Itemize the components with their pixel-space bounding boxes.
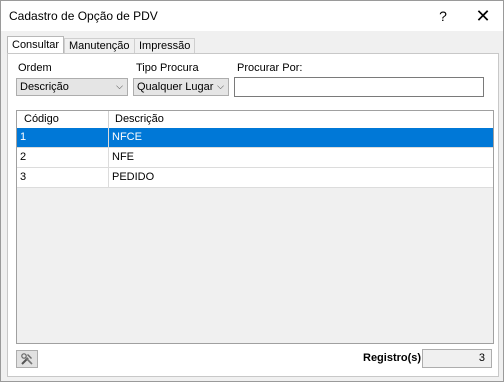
title-bar: Cadastro de Opção de PDV ? ✕: [1, 1, 503, 31]
ordem-select-value: Descrição: [20, 81, 69, 93]
dialog-window: Cadastro de Opção de PDV ? ✕ Consultar M…: [0, 0, 504, 382]
chevron-down-icon: ⌵: [217, 81, 224, 91]
tools-button[interactable]: [16, 350, 38, 368]
results-grid: Código Descrição 1 NFCE 2 NFE 3 PEDIDO: [16, 110, 494, 344]
registros-label: Registro(s): [363, 352, 422, 364]
tipo-procura-select-value: Qualquer Lugar: [137, 81, 214, 93]
cell-descricao: NFCE: [112, 131, 142, 143]
tipo-procura-label: Tipo Procura: [136, 62, 199, 74]
procurar-por-input[interactable]: [234, 77, 484, 97]
tab-manutencao[interactable]: Manutenção: [64, 38, 135, 54]
help-icon: ?: [439, 8, 447, 24]
consultar-panel: Ordem Descrição ⌵ Tipo Procura Qualquer …: [7, 53, 499, 377]
cell-codigo: 1: [17, 128, 109, 147]
grid-header: Código Descrição: [17, 111, 493, 129]
ordem-select[interactable]: Descrição ⌵: [16, 78, 128, 96]
help-button[interactable]: ?: [423, 1, 463, 31]
registros-count: 3: [422, 349, 492, 368]
procurar-por-label: Procurar Por:: [237, 62, 303, 74]
table-row[interactable]: 1 NFCE: [17, 128, 493, 148]
cell-codigo: 3: [17, 168, 109, 187]
tab-impressao[interactable]: Impressão: [134, 38, 196, 54]
cell-codigo: 2: [17, 148, 109, 167]
cell-descricao: NFE: [112, 151, 134, 163]
window-title: Cadastro de Opção de PDV: [9, 9, 158, 23]
cell-descricao: PEDIDO: [112, 171, 155, 183]
tipo-procura-select[interactable]: Qualquer Lugar ⌵: [133, 78, 229, 96]
chevron-down-icon: ⌵: [116, 81, 123, 91]
column-header-codigo[interactable]: Código: [17, 111, 109, 128]
close-icon: ✕: [475, 5, 491, 26]
close-button[interactable]: ✕: [463, 1, 503, 31]
tools-icon: [21, 353, 33, 365]
column-header-descricao[interactable]: Descrição: [109, 111, 493, 128]
ordem-label: Ordem: [18, 62, 52, 74]
table-row[interactable]: 2 NFE: [17, 148, 493, 168]
table-row[interactable]: 3 PEDIDO: [17, 168, 493, 188]
